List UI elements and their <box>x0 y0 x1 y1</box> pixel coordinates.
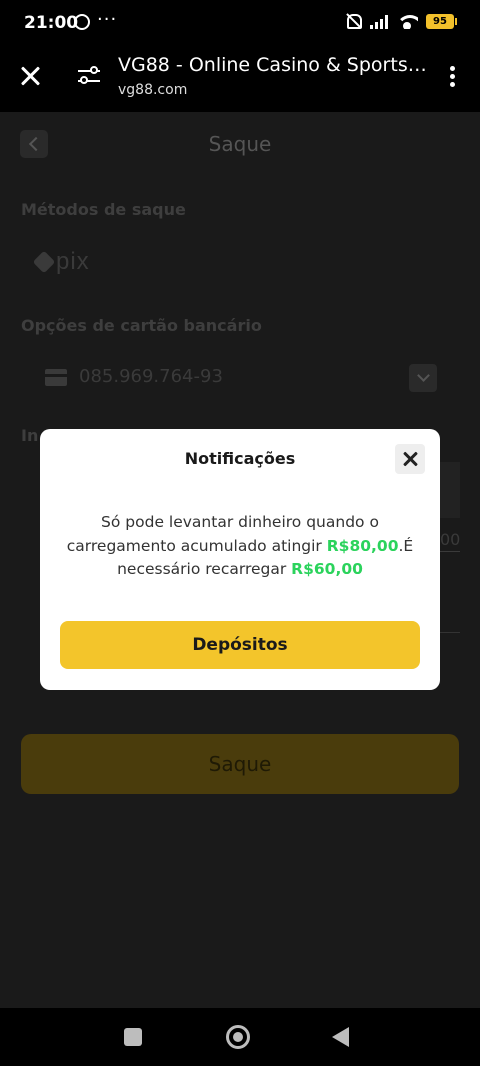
modal-title: Notificações <box>184 449 296 468</box>
battery-icon: 95 <box>426 13 457 29</box>
pix-label: pix <box>56 248 90 275</box>
remaining-amount: R$60,00 <box>291 560 363 578</box>
wifi-icon <box>396 13 418 29</box>
bank-card-label: Opções de cartão bancário <box>21 316 262 335</box>
status-bar: 21:00 ··· 95 <box>0 0 480 44</box>
deposit-button[interactable]: Depósitos <box>60 621 420 669</box>
signal-icon <box>370 14 388 29</box>
close-icon[interactable] <box>395 444 425 474</box>
status-icons: 95 <box>344 13 457 29</box>
muted-bell-icon <box>344 13 362 29</box>
more-notifications-icon: ··· <box>97 9 118 30</box>
url-text: vg88.com <box>118 82 188 98</box>
page-title: Saque <box>208 132 272 156</box>
site-settings-icon[interactable] <box>78 66 100 86</box>
chevron-down-icon[interactable] <box>409 364 437 392</box>
pix-logo-icon <box>32 250 56 274</box>
recent-apps-icon[interactable] <box>124 1028 142 1046</box>
home-icon[interactable] <box>226 1025 250 1049</box>
card-number: 085.969.764-93 <box>79 366 223 387</box>
status-time: 21:00 <box>24 13 79 33</box>
whatsapp-icon <box>74 14 90 30</box>
withdraw-methods-label: Métodos de saque <box>21 200 186 219</box>
modal-message: Só pode levantar dinheiro quando o carre… <box>58 511 422 582</box>
bank-card-select[interactable]: 085.969.764-93 <box>21 356 459 400</box>
notification-modal: Notificações Só pode levantar dinheiro q… <box>40 429 440 690</box>
amount-label: In <box>21 426 39 445</box>
withdraw-button[interactable]: Saque <box>21 734 459 794</box>
pix-method-option[interactable]: pix <box>32 248 90 276</box>
page-title-text: VG88 - Online Casino & Sports Be... <box>118 54 430 76</box>
amount-value: 00 <box>440 530 461 552</box>
browser-toolbar: VG88 - Online Casino & Sports Be... vg88… <box>0 44 480 112</box>
credit-card-icon <box>45 369 67 386</box>
system-nav-bar <box>0 1008 480 1066</box>
back-icon[interactable] <box>332 1027 349 1047</box>
divider <box>440 632 460 633</box>
close-icon[interactable] <box>18 64 42 88</box>
required-amount: R$80,00 <box>326 536 399 555</box>
more-menu-icon[interactable] <box>450 66 456 88</box>
